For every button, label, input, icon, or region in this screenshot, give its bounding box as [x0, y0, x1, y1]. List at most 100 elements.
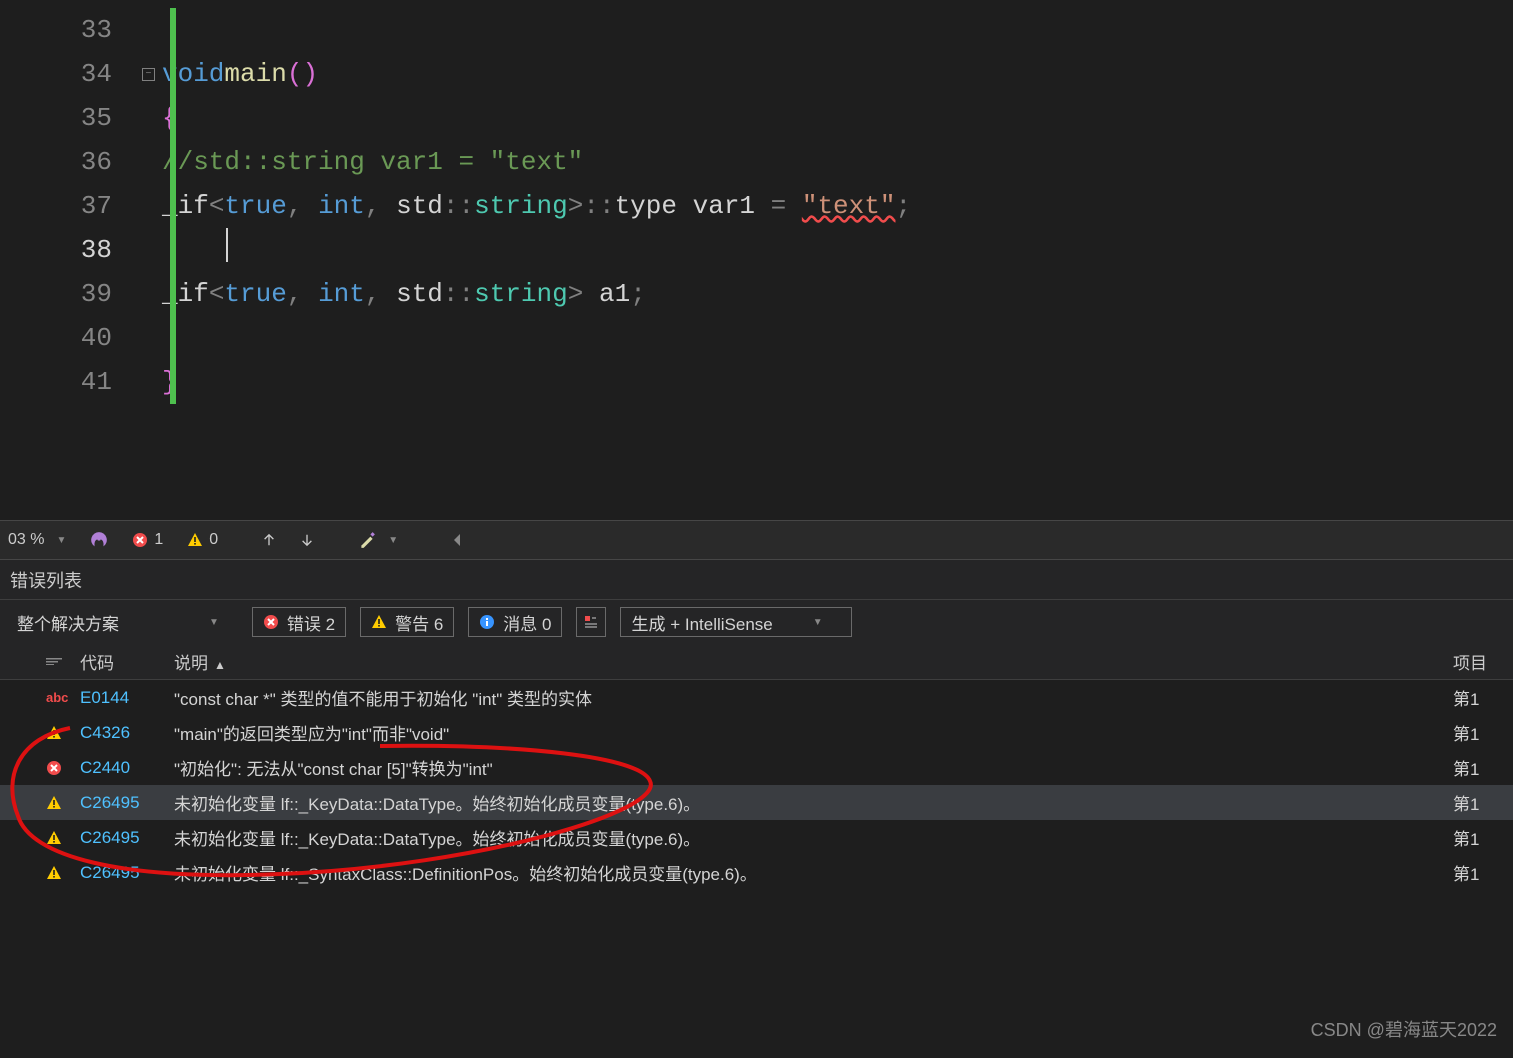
fold-column: −	[140, 0, 162, 520]
code-line-39: _if<true, int, std::string> a1;	[162, 272, 1513, 316]
zoom-level[interactable]: 03 % ▼	[8, 531, 66, 549]
left-scroll-icon[interactable]	[452, 533, 462, 547]
code-line-41: }	[162, 360, 1513, 404]
row-code: C26495	[80, 793, 174, 813]
line-number: 37	[0, 184, 140, 228]
nav-up-icon[interactable]	[262, 533, 276, 547]
errors-toggle[interactable]: 错误 2	[252, 607, 346, 637]
code-line-34: void main()	[162, 52, 1513, 96]
scope-combo[interactable]: 整个解决方案 ▼	[8, 608, 238, 636]
code-area[interactable]: void main() { //std::string var1 = "text…	[162, 0, 1513, 520]
line-gutter: 33 34 35 36 37 38 39 40 41	[0, 0, 140, 520]
error-table-header: 代码 说明 ▲ 项目	[0, 644, 1513, 680]
sort-asc-icon: ▲	[214, 658, 226, 672]
error-table-body: abcE0144"const char *" 类型的值不能用于初始化 "int"…	[0, 680, 1513, 890]
build-combo-text: 生成 + IntelliSense	[631, 610, 772, 635]
scope: ::	[443, 279, 474, 309]
member-type: type	[615, 191, 677, 221]
error-table: 代码 说明 ▲ 项目 abcE0144"const char *" 类型的值不能用…	[0, 644, 1513, 890]
gt: >	[568, 191, 584, 221]
assign: =	[755, 191, 802, 221]
error-icon	[263, 614, 279, 630]
status-errors[interactable]: 1	[132, 531, 163, 549]
row-code: C26495	[80, 863, 174, 883]
watermark: CSDN @碧海蓝天2022	[1311, 1016, 1497, 1042]
col-code-header[interactable]: 代码	[80, 649, 174, 674]
code-line-35: {	[162, 96, 1513, 140]
row-desc: 未初始化变量 lf::_KeyData::DataType。始终初始化成员变量(…	[174, 790, 1453, 815]
col-proj-header[interactable]: 项目	[1453, 649, 1513, 674]
line-number: 39	[0, 272, 140, 316]
error-row[interactable]: abcE0144"const char *" 类型的值不能用于初始化 "int"…	[0, 680, 1513, 715]
line-number: 33	[0, 8, 140, 52]
intellisense-icon[interactable]	[90, 531, 108, 549]
kw-int: int	[318, 279, 365, 309]
scope-text: 整个解决方案	[17, 610, 119, 635]
row-type-icon	[46, 725, 80, 741]
row-proj: 第1	[1453, 755, 1513, 780]
zoom-text: 03 %	[8, 531, 44, 549]
error-row[interactable]: C26495未初始化变量 lf::_KeyData::DataType。始终初始…	[0, 820, 1513, 855]
chevron-down-icon: ▼	[813, 617, 823, 628]
row-code: C26495	[80, 828, 174, 848]
chevron-down-icon: ▼	[209, 617, 219, 628]
kw-true: true	[224, 191, 286, 221]
semi: ;	[630, 279, 646, 309]
nav-down-icon[interactable]	[300, 533, 314, 547]
code-line-37: _if<true, int, std::string>::type var1 =…	[162, 184, 1513, 228]
build-intellisense-combo[interactable]: 生成 + IntelliSense ▼	[620, 607, 851, 637]
warnings-toggle-text: 警告 6	[395, 610, 443, 635]
sp	[583, 279, 599, 309]
code-line-36: //std::string var1 = "text"	[162, 140, 1513, 184]
error-row[interactable]: C26495未初始化变量 lf::_KeyData::DataType。始终初始…	[0, 785, 1513, 820]
code-line-33	[162, 8, 1513, 52]
info-icon	[479, 614, 495, 630]
row-proj: 第1	[1453, 720, 1513, 745]
var1: var1	[693, 191, 755, 221]
bracket-guide	[170, 8, 176, 404]
ns-std: std	[396, 279, 443, 309]
type-string: string	[474, 279, 568, 309]
code-editor[interactable]: 33 34 35 36 37 38 39 40 41 − void main()…	[0, 0, 1513, 520]
error-row[interactable]: C26495未初始化变量 lf::_SyntaxClass::Definitio…	[0, 855, 1513, 890]
line-number: 41	[0, 360, 140, 404]
line-number: 40	[0, 316, 140, 360]
lt: <	[209, 191, 225, 221]
comma: ,	[287, 279, 318, 309]
text-cursor	[226, 228, 228, 262]
cleanup-icon[interactable]: ▼	[358, 531, 398, 549]
row-code: E0144	[80, 688, 174, 708]
col-desc-text: 说明	[174, 654, 208, 673]
code-line-40	[162, 316, 1513, 360]
scope: ::	[583, 191, 614, 221]
row-type-icon	[46, 865, 80, 881]
warnings-toggle[interactable]: 警告 6	[360, 607, 454, 637]
error-row[interactable]: C2440"初始化": 无法从"const char [5]"转换为"int"第…	[0, 750, 1513, 785]
status-warnings[interactable]: 0	[187, 531, 218, 549]
row-type-icon	[46, 760, 80, 776]
error-filter-bar: 整个解决方案 ▼ 错误 2 警告 6 消息 0 生成 + IntelliSens…	[0, 600, 1513, 644]
col-desc-header[interactable]: 说明 ▲	[174, 649, 1453, 674]
string-literal: "text"	[802, 191, 896, 221]
col-category[interactable]	[46, 658, 80, 665]
line-number: 36	[0, 140, 140, 184]
error-row[interactable]: C4326"main"的返回类型应为"int"而非"void"第1	[0, 715, 1513, 750]
scope: ::	[443, 191, 474, 221]
filter-icon-button[interactable]	[576, 607, 606, 637]
row-code: C4326	[80, 723, 174, 743]
row-type-icon: abc	[46, 690, 80, 705]
errors-toggle-text: 错误 2	[287, 610, 335, 635]
warning-icon	[187, 532, 203, 548]
warn-count: 0	[209, 531, 218, 549]
row-desc: "初始化": 无法从"const char [5]"转换为"int"	[174, 755, 1453, 780]
info-toggle-text: 消息 0	[503, 610, 551, 635]
comma: ,	[287, 191, 318, 221]
info-toggle[interactable]: 消息 0	[468, 607, 562, 637]
error-list-title: 错误列表	[0, 560, 1513, 600]
fold-toggle-icon[interactable]: −	[142, 68, 155, 81]
ns-std: std	[396, 191, 443, 221]
row-desc: "const char *" 类型的值不能用于初始化 "int" 类型的实体	[174, 685, 1453, 710]
code-line-38	[162, 228, 1513, 272]
comma: ,	[365, 279, 396, 309]
editor-status-bar: 03 % ▼ 1 0 ▼	[0, 520, 1513, 560]
